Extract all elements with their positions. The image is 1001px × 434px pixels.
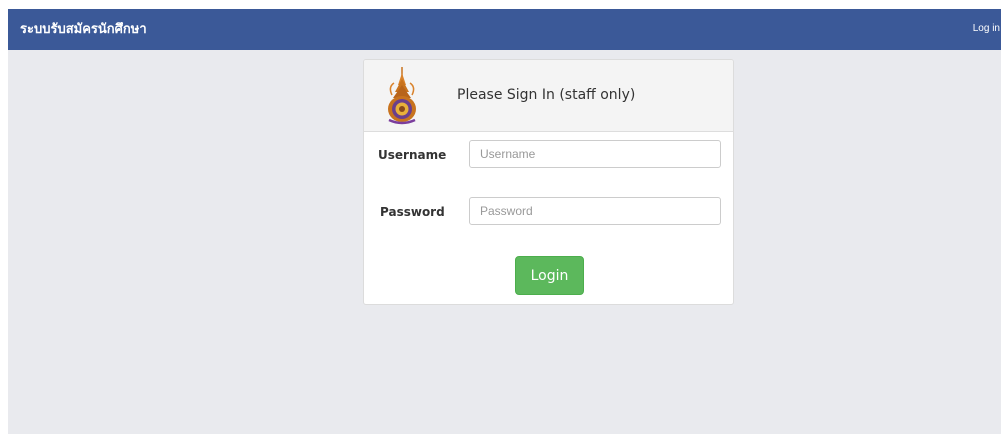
username-input[interactable]	[469, 140, 721, 168]
login-card-title: Please Sign In (staff only)	[457, 87, 636, 103]
login-card-header: Please Sign In (staff only)	[364, 60, 733, 132]
university-emblem-icon	[388, 67, 416, 125]
username-label: Username	[378, 148, 447, 162]
password-label: Password	[380, 205, 445, 219]
password-input[interactable]	[469, 197, 721, 225]
site-brand[interactable]: ระบบรับสมัครนักศึกษา	[20, 9, 147, 50]
login-button[interactable]: Login	[515, 256, 584, 295]
login-card: Please Sign In (staff only) Username Pas…	[363, 59, 734, 305]
page-frame: ระบบรับสมัครนักศึกษา Log in Please Sign …	[8, 9, 1001, 434]
top-navbar: ระบบรับสมัครนักศึกษา Log in	[8, 9, 1001, 50]
nav-login-link[interactable]: Log in	[973, 9, 1000, 50]
